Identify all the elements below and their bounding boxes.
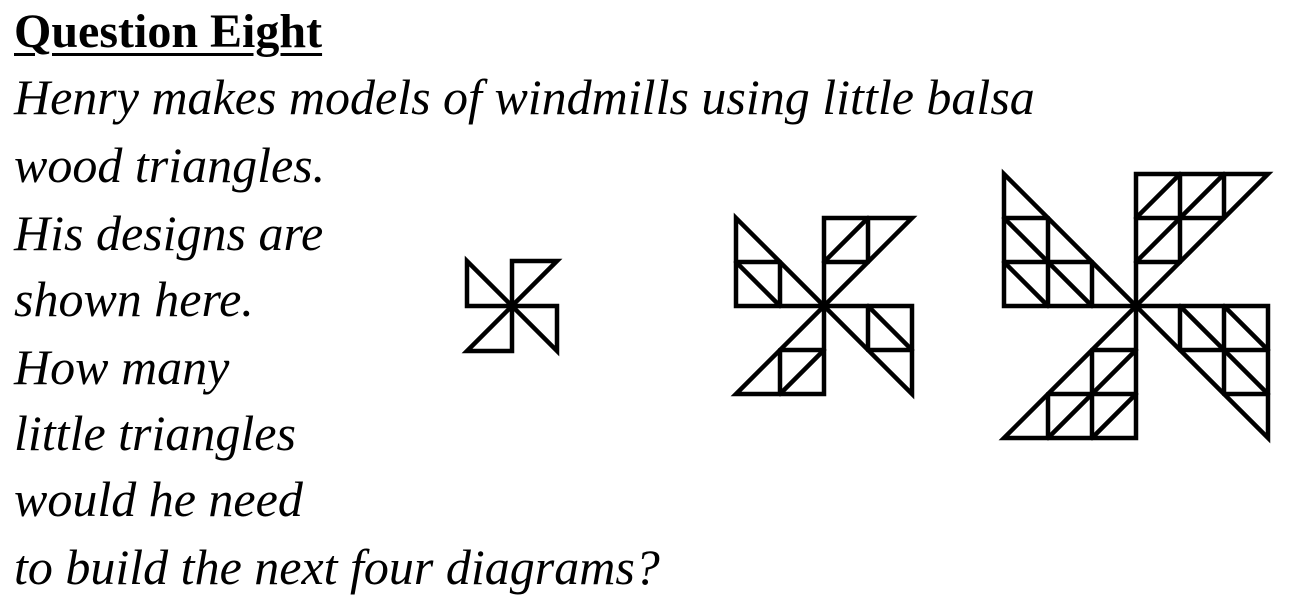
windmill-3-blade-3: [998, 300, 1139, 441]
windmill-3-blade-1: [1133, 171, 1274, 312]
windmill-2-grid-line: [777, 347, 827, 397]
windmill-3-blade-2: [1130, 303, 1271, 444]
windmill-2-blade-2: [818, 303, 915, 400]
windmill-design-1-group: [461, 255, 563, 357]
windmill-1-blade-outline: [509, 258, 563, 312]
windmill-3-grid-line: [1001, 259, 1051, 309]
windmill-2-grid-line: [865, 303, 915, 353]
windmill-1-blade-4: [464, 255, 518, 309]
windmill-3-grid-line: [1221, 303, 1271, 353]
windmill-1-blade-3: [461, 300, 515, 354]
windmill-3-blade-4: [1001, 168, 1142, 309]
windmill-2-blade-1: [821, 215, 918, 312]
windmill-2-blade-4: [733, 212, 830, 309]
windmill-2-blade-3: [730, 300, 827, 397]
windmill-design-1-drawing: [461, 168, 1274, 444]
windmill-1-blade-1: [509, 258, 563, 312]
windmill-1-blade-outline: [506, 303, 560, 357]
windmill-3-grid-line: [1089, 391, 1139, 441]
windmill-1-blade-outline: [461, 300, 515, 354]
windmill-design-3-group: [998, 168, 1274, 444]
windmill-2-grid-line: [821, 215, 871, 265]
windmill-1-blade-2: [506, 303, 560, 357]
windmill-design-2-group: [730, 212, 918, 400]
windmill-1-blade-outline: [464, 255, 518, 309]
windmill-design-1: [0, 0, 1314, 603]
windmill-2-grid-line: [733, 259, 783, 309]
windmill-3-grid-line: [1133, 171, 1183, 221]
